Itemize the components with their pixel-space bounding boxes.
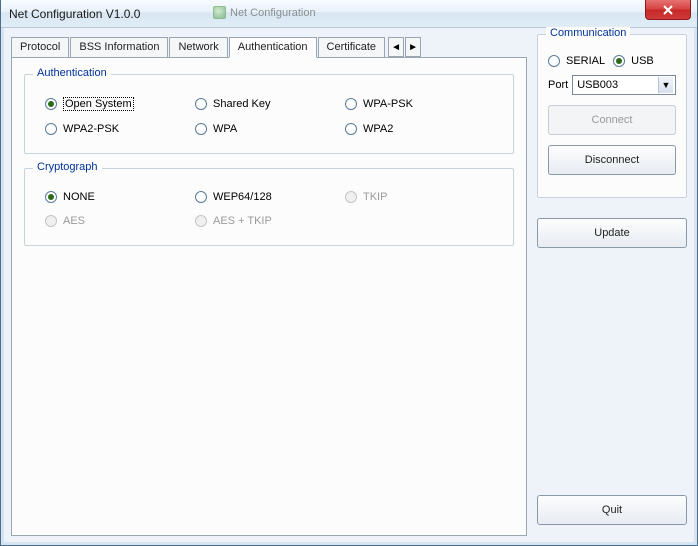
radio-icon — [45, 123, 57, 135]
radio-wpa-psk[interactable]: WPA-PSK — [345, 97, 485, 111]
close-button[interactable] — [645, 0, 691, 20]
background-tab-ghost: Net Configuration — [213, 6, 316, 19]
tab-scroll: ◄ ► — [388, 37, 422, 57]
cryptograph-legend: Cryptograph — [33, 161, 102, 173]
authentication-legend: Authentication — [33, 67, 111, 79]
port-value: USB003 — [577, 79, 618, 91]
radio-icon — [45, 215, 57, 227]
left-pane: Protocol BSS Information Network Authent… — [11, 34, 527, 535]
cryptograph-options: NONE WEP64/128 TKIP AES — [35, 185, 503, 233]
cryptograph-group: Cryptograph NONE WEP64/128 TKIP — [24, 168, 514, 246]
tab-body: Authentication Open System Shared Key — [11, 57, 527, 536]
radio-icon — [195, 191, 207, 203]
radio-shared-key[interactable]: Shared Key — [195, 97, 335, 111]
app-icon — [213, 6, 226, 19]
radio-icon — [345, 191, 357, 203]
radio-wpa2[interactable]: WPA2 — [345, 123, 485, 135]
radio-icon — [345, 123, 357, 135]
tab-bss-information[interactable]: BSS Information — [70, 37, 168, 57]
radio-icon — [548, 55, 560, 67]
radio-aes: AES — [45, 215, 185, 227]
titlebar: Net Configuration V1.0.0 Net Configurati… — [1, 0, 697, 28]
radio-icon — [345, 98, 357, 110]
port-select[interactable]: USB003 ▼ — [572, 75, 676, 95]
disconnect-button[interactable]: Disconnect — [548, 145, 676, 175]
tab-scroll-left[interactable]: ◄ — [388, 37, 404, 57]
app-window: Net Configuration V1.0.0 Net Configurati… — [0, 0, 698, 546]
radio-icon — [45, 98, 57, 110]
client-area: Protocol BSS Information Network Authent… — [11, 34, 687, 535]
radio-wep64-128[interactable]: WEP64/128 — [195, 191, 335, 203]
communication-group: Communication SERIAL USB Port USB003 — [537, 34, 687, 198]
chevron-down-icon: ▼ — [658, 77, 673, 93]
tabstrip: Protocol BSS Information Network Authent… — [11, 34, 527, 57]
radio-usb[interactable]: USB — [613, 55, 654, 67]
update-button[interactable]: Update — [537, 218, 687, 248]
radio-icon — [45, 191, 57, 203]
connect-button: Connect — [548, 105, 676, 135]
right-pane: Communication SERIAL USB Port USB003 — [537, 34, 687, 535]
radio-icon — [195, 98, 207, 110]
spacer — [537, 258, 687, 495]
tab-authentication[interactable]: Authentication — [229, 37, 317, 58]
tab-scroll-right[interactable]: ► — [405, 37, 421, 57]
authentication-options: Open System Shared Key WPA-PSK WPA2 — [35, 91, 503, 141]
radio-icon — [613, 55, 625, 67]
radio-wpa2-psk[interactable]: WPA2-PSK — [45, 123, 185, 135]
quit-button[interactable]: Quit — [537, 495, 687, 525]
port-row: Port USB003 ▼ — [548, 75, 676, 95]
port-label: Port — [548, 79, 568, 91]
radio-icon — [195, 123, 207, 135]
authentication-group: Authentication Open System Shared Key — [24, 74, 514, 154]
radio-tkip: TKIP — [345, 191, 485, 203]
radio-open-system[interactable]: Open System — [45, 97, 185, 111]
radio-aes-tkip: AES + TKIP — [195, 215, 335, 227]
tab-network[interactable]: Network — [169, 37, 227, 57]
radio-serial[interactable]: SERIAL — [548, 55, 605, 67]
communication-mode-row: SERIAL USB — [548, 55, 676, 67]
tab-protocol[interactable]: Protocol — [11, 37, 69, 57]
window-title: Net Configuration V1.0.0 — [9, 7, 140, 21]
radio-icon — [195, 215, 207, 227]
tab-certificate[interactable]: Certificate — [318, 37, 386, 57]
close-icon — [663, 5, 673, 15]
radio-wpa[interactable]: WPA — [195, 123, 335, 135]
communication-legend: Communication — [546, 27, 630, 39]
radio-none[interactable]: NONE — [45, 191, 185, 203]
